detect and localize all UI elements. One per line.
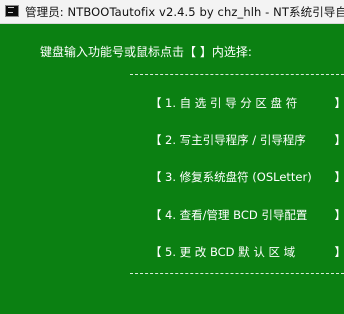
menu-item-manage-bcd[interactable]: 【4. 查看/管理 BCD 引导配置 】 bbox=[150, 207, 344, 223]
divider-bottom bbox=[130, 273, 344, 274]
cmd-icon bbox=[5, 5, 19, 17]
menu-item-label: 4. 查看/管理 BCD 引导配置 bbox=[165, 208, 308, 222]
menu-item-label: 1. 自 选 引 导 分 区 盘 符 bbox=[165, 96, 298, 110]
bracket-right: 】 bbox=[335, 95, 344, 111]
menu-item-fix-os-letter[interactable]: 【3. 修复系统盘符 (OSLetter) 】 bbox=[150, 169, 344, 185]
bracket-left: 【 bbox=[150, 133, 162, 147]
title-bar[interactable]: 管理员: NTBOOTautofix v2.4.5 by chz_hlh - N… bbox=[0, 0, 344, 24]
menu-item-label: 2. 写主引导程序 / 引导程序 bbox=[165, 133, 306, 147]
menu-item-label: 3. 修复系统盘符 (OSLetter) bbox=[165, 170, 312, 184]
bracket-left: 【 bbox=[150, 170, 162, 184]
menu-item-write-boot-code[interactable]: 【2. 写主引导程序 / 引导程序 】 bbox=[150, 132, 344, 148]
window-title: 管理员: NTBOOTautofix v2.4.5 by chz_hlh - N… bbox=[25, 5, 344, 19]
console-area[interactable]: 键盘输入功能号或鼠标点击【 】内选择: 【1. 自 选 引 导 分 区 盘 符 … bbox=[0, 24, 344, 314]
divider-top bbox=[130, 74, 344, 75]
bracket-left: 【 bbox=[150, 96, 162, 110]
bracket-right: 】 bbox=[335, 207, 344, 223]
bracket-left: 【 bbox=[150, 245, 162, 259]
menu-item-change-bcd-default[interactable]: 【5. 更 改 BCD 默 认 区 域 】 bbox=[150, 244, 344, 260]
bracket-right: 】 bbox=[335, 169, 344, 185]
console-window: 管理员: NTBOOTautofix v2.4.5 by chz_hlh - N… bbox=[0, 0, 344, 314]
bracket-right: 】 bbox=[335, 132, 344, 148]
menu-item-select-boot-partition[interactable]: 【1. 自 选 引 导 分 区 盘 符 】 bbox=[150, 95, 344, 111]
menu-item-label: 5. 更 改 BCD 默 认 区 域 bbox=[165, 245, 296, 259]
bracket-left: 【 bbox=[150, 208, 162, 222]
prompt-text: 键盘输入功能号或鼠标点击【 】内选择: bbox=[40, 45, 252, 59]
bracket-right: 】 bbox=[335, 244, 344, 260]
